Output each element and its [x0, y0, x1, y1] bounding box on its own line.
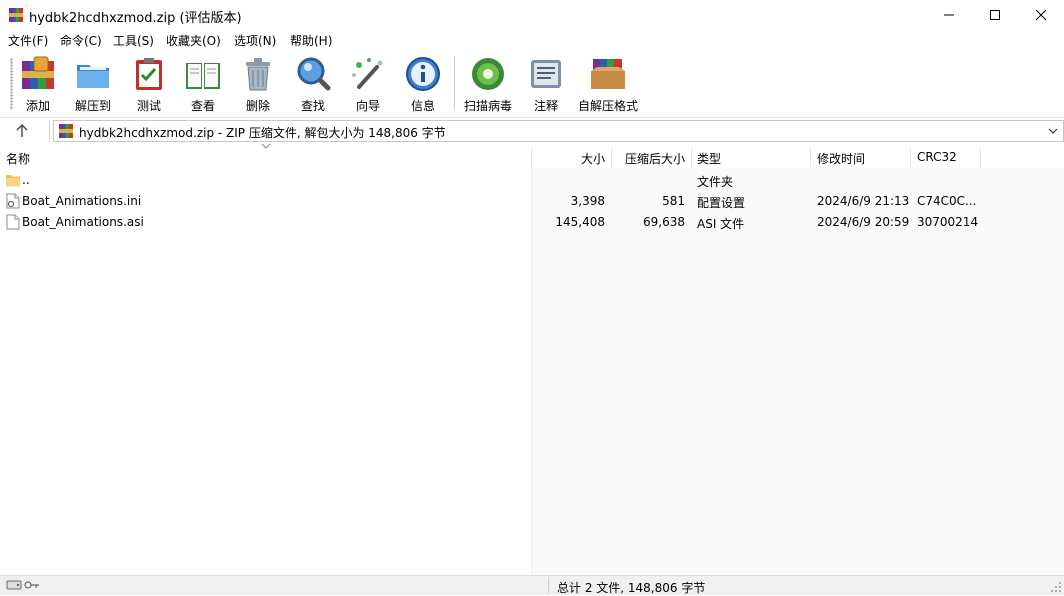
- toolbar-separator: [454, 56, 455, 110]
- up-button[interactable]: [12, 121, 32, 141]
- row-packed: 581: [662, 194, 685, 208]
- row-type: ASI 文件: [697, 217, 745, 231]
- test-clipboard-icon: [136, 58, 162, 90]
- view-book-icon: [186, 63, 220, 89]
- column-type[interactable]: 类型: [697, 150, 721, 167]
- menu-tools[interactable]: 工具(S): [112, 32, 155, 49]
- comment-icon: [531, 60, 561, 88]
- info-label: 信息: [410, 99, 435, 113]
- status-bar: [0, 575, 1064, 595]
- close-button[interactable]: [1018, 0, 1064, 30]
- row-crc: 30700214: [917, 215, 979, 229]
- settings-file-icon: [6, 193, 20, 209]
- delete-label: 删除: [245, 99, 270, 113]
- wizard-wand-icon: [352, 58, 383, 89]
- add-archive-icon: [22, 56, 54, 89]
- row-crc: C74C0C...: [917, 194, 977, 208]
- test-button[interactable]: 测试: [129, 52, 169, 114]
- comment-button[interactable]: 注释: [526, 52, 566, 114]
- row-name[interactable]: Boat_Animations.asi: [22, 215, 144, 229]
- toolbar-grip[interactable]: [10, 58, 13, 110]
- virus-scan-icon: [472, 58, 504, 90]
- sfx-button[interactable]: 自解压格式: [577, 52, 639, 114]
- add-button[interactable]: 添加: [18, 52, 58, 114]
- menu-help[interactable]: 帮助(H): [289, 32, 333, 49]
- row-type: 配置设置: [697, 196, 746, 210]
- menu-options[interactable]: 选项(N): [233, 32, 277, 49]
- column-divider[interactable]: [531, 147, 532, 167]
- menu-file[interactable]: 文件(F): [7, 32, 49, 49]
- column-divider[interactable]: [691, 147, 692, 167]
- address-text: hydbk2hcdhxzmod.zip - ZIP 压缩文件, 解包大小为 14…: [79, 126, 446, 140]
- find-button[interactable]: 查找: [293, 52, 333, 114]
- column-modified[interactable]: 修改时间: [817, 150, 865, 167]
- resize-grip-icon[interactable]: [1050, 581, 1062, 593]
- close-icon: [1035, 9, 1047, 21]
- row-name[interactable]: ..: [22, 173, 30, 187]
- minimize-button[interactable]: [926, 0, 972, 30]
- status-summary: 总计 2 文件, 148,806 字节: [557, 581, 706, 595]
- maximize-icon: [990, 10, 1000, 20]
- address-separator: [49, 120, 50, 142]
- row-packed: 69,638: [643, 215, 685, 229]
- minimize-icon: [944, 14, 954, 16]
- archive-icon: [59, 124, 73, 138]
- winrar-icon: [9, 8, 23, 22]
- scan-virus-label: 扫描病毒: [463, 99, 512, 113]
- extract-to-button[interactable]: 解压到: [72, 52, 114, 114]
- folder-icon: [6, 175, 20, 187]
- window-title: hydbk2hcdhxzmod.zip (评估版本): [29, 11, 242, 26]
- comment-label: 注释: [533, 99, 558, 113]
- info-icon: [406, 57, 440, 91]
- test-label: 测试: [136, 99, 161, 113]
- column-divider[interactable]: [810, 147, 811, 167]
- column-divider[interactable]: [980, 147, 981, 167]
- row-modified: 2024/6/9 21:13: [817, 194, 910, 208]
- row-size: 145,408: [555, 215, 605, 229]
- maximize-button[interactable]: [972, 0, 1018, 30]
- up-arrow-icon: [16, 124, 28, 137]
- find-label: 查找: [300, 99, 325, 113]
- trash-icon: [246, 58, 270, 91]
- column-divider[interactable]: [611, 147, 612, 167]
- pane-divider: [531, 168, 532, 575]
- menu-command[interactable]: 命令(C): [59, 32, 103, 49]
- wizard-label: 向导: [355, 99, 380, 113]
- info-button[interactable]: 信息: [403, 52, 443, 114]
- column-size[interactable]: 大小: [560, 150, 605, 167]
- add-label: 添加: [25, 99, 50, 113]
- row-type: 文件夹: [697, 175, 734, 189]
- view-label: 查看: [190, 99, 215, 113]
- sfx-label: 自解压格式: [577, 99, 638, 113]
- column-packed[interactable]: 压缩后大小: [615, 150, 685, 167]
- chevron-down-icon[interactable]: [1046, 124, 1060, 138]
- row-name[interactable]: Boat_Animations.ini: [22, 194, 141, 208]
- column-crc[interactable]: CRC32: [917, 150, 957, 164]
- extract-folder-icon: [77, 65, 109, 88]
- column-divider[interactable]: [910, 147, 911, 167]
- row-modified: 2024/6/9 20:59: [817, 215, 910, 229]
- extract-to-label: 解压到: [74, 99, 111, 113]
- sfx-box-icon: [591, 59, 625, 89]
- menu-favorites[interactable]: 收藏夹(O): [165, 32, 222, 49]
- column-name[interactable]: 名称: [6, 150, 30, 167]
- row-size: 3,398: [570, 194, 605, 208]
- sort-indicator-icon: [261, 143, 271, 149]
- delete-button[interactable]: 删除: [238, 52, 278, 114]
- file-icon: [6, 214, 20, 230]
- magnifier-icon: [297, 57, 331, 91]
- drive-key-icon[interactable]: [6, 579, 40, 591]
- status-separator: [548, 577, 549, 593]
- details-pane: [532, 168, 1064, 575]
- scan-virus-button[interactable]: 扫描病毒: [462, 52, 514, 114]
- view-button[interactable]: 查看: [180, 52, 226, 114]
- wizard-button[interactable]: 向导: [348, 52, 388, 114]
- menu-bar: 文件(F) 命令(C) 工具(S) 收藏夹(O) 选项(N) 帮助(H): [0, 30, 1064, 50]
- title-bar: hydbk2hcdhxzmod.zip (评估版本): [0, 0, 1064, 30]
